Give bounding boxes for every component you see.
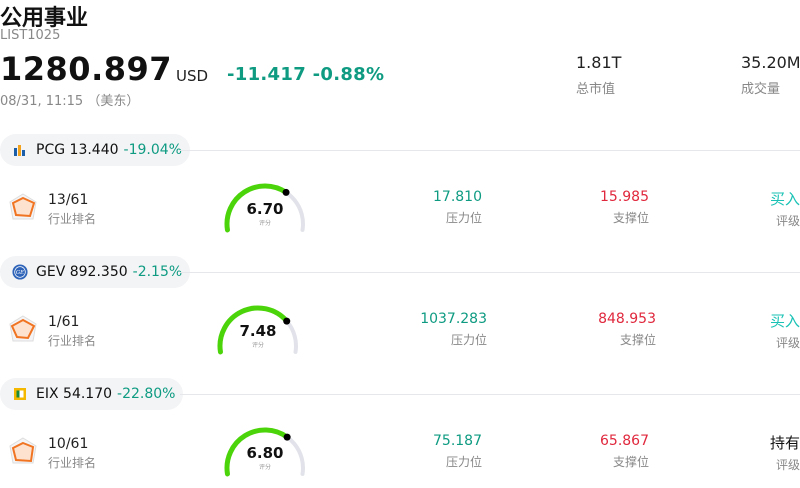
stock-ticker: GEV xyxy=(36,264,66,280)
resistance-block: 75.187 压力位 xyxy=(433,433,482,470)
score-label: 评分 xyxy=(258,220,271,227)
support-block: 15.985 支撑位 xyxy=(600,189,649,226)
rank-label: 行业排名 xyxy=(48,334,97,348)
rank-radar-icon xyxy=(9,193,37,220)
rating-block: 买入 评级 xyxy=(740,188,800,229)
support-value: 65.867 xyxy=(600,433,649,449)
resistance-value: 75.187 xyxy=(433,433,482,449)
stock-ticker: EIX xyxy=(36,386,59,402)
resistance-label: 压力位 xyxy=(445,211,482,225)
rating-label: 评级 xyxy=(775,214,800,228)
stock-row-pcg[interactable]: 13/61 行业排名 6.70 评分 17.810 压力位 15.985 支撑位… xyxy=(0,182,800,242)
market-cap-stat: 1.81T 总市值 xyxy=(576,53,621,97)
market-cap-value: 1.81T xyxy=(576,53,622,72)
index-price: 1280.897 xyxy=(0,50,173,88)
stock-change-pct: -22.80% xyxy=(117,386,176,402)
rating-label: 评级 xyxy=(775,336,800,350)
gauge-marker xyxy=(282,188,290,196)
gauge-marker xyxy=(283,433,291,441)
stock-row-eix[interactable]: 10/61 行业排名 6.80 评分 75.187 压力位 65.867 支撑位… xyxy=(0,426,800,486)
divider xyxy=(180,394,800,395)
support-label: 支撑位 xyxy=(612,455,649,469)
score-value: 7.48 xyxy=(239,322,277,340)
stock-change-pct: -2.15% xyxy=(132,264,183,280)
rank-value: 10/61 xyxy=(48,436,89,452)
rating-block: 持有 评级 xyxy=(740,432,800,473)
rating-value: 买入 xyxy=(769,190,800,208)
stock-row-gev[interactable]: 1/61 行业排名 7.48 评分 1037.283 压力位 848.953 支… xyxy=(0,304,800,364)
score-value: 6.70 xyxy=(246,200,284,218)
support-block: 848.953 支撑位 xyxy=(598,311,656,348)
rank-radar-icon xyxy=(9,315,37,342)
rating-value: 持有 xyxy=(769,434,800,452)
stock-tag-pcg[interactable]: PCG 13.440 -19.04% xyxy=(0,134,190,166)
rank-label: 行业排名 xyxy=(48,212,97,226)
change-percent: -0.88% xyxy=(312,64,385,85)
support-value: 15.985 xyxy=(600,189,649,205)
resistance-block: 1037.283 压力位 xyxy=(420,311,487,348)
resistance-label: 压力位 xyxy=(445,455,482,469)
support-label: 支撑位 xyxy=(612,211,649,225)
support-value: 848.953 xyxy=(598,311,656,327)
eix-logo-icon xyxy=(12,386,28,402)
rank-value: 1/61 xyxy=(48,314,80,330)
index-code: LIST1025 xyxy=(0,28,61,43)
ge-logo-icon: GE xyxy=(12,264,28,280)
rating-value: 买入 xyxy=(769,312,800,330)
currency-label: USD xyxy=(176,67,209,85)
market-cap-label: 总市值 xyxy=(576,82,616,97)
score-label: 评分 xyxy=(258,464,271,471)
volume-stat: 35.20M 成交量 xyxy=(741,53,800,97)
pcg-logo-icon xyxy=(12,142,28,158)
rating-label: 评级 xyxy=(775,458,800,472)
rank-radar-icon xyxy=(9,437,37,464)
divider xyxy=(180,272,800,273)
support-label: 支撑位 xyxy=(619,333,656,347)
score-label: 评分 xyxy=(251,342,264,349)
svg-text:GE: GE xyxy=(16,270,24,276)
rank-value: 13/61 xyxy=(48,192,89,208)
stock-ticker: PCG xyxy=(36,142,66,158)
volume-value: 35.20M xyxy=(741,53,800,72)
resistance-block: 17.810 压力位 xyxy=(433,189,482,226)
stock-price: 13.440 xyxy=(69,142,119,158)
stock-tag-gev[interactable]: GE GEV 892.350 -2.15% xyxy=(0,256,191,288)
price-change: -11.417 -0.88% xyxy=(227,64,384,85)
rank-label: 行业排名 xyxy=(48,456,97,470)
score-value: 6.80 xyxy=(246,444,284,462)
stock-tag-eix[interactable]: EIX 54.170 -22.80% xyxy=(0,378,184,410)
change-value: -11.417 xyxy=(227,64,307,85)
rating-block: 买入 评级 xyxy=(740,310,800,351)
resistance-label: 压力位 xyxy=(450,333,487,347)
resistance-value: 17.810 xyxy=(433,189,482,205)
timestamp: 08/31, 11:15 （美东） xyxy=(0,94,140,109)
divider xyxy=(180,150,800,151)
stock-change-pct: -19.04% xyxy=(123,142,182,158)
volume-label: 成交量 xyxy=(741,82,781,97)
stock-price: 54.170 xyxy=(63,386,113,402)
stock-price: 892.350 xyxy=(69,264,128,280)
support-block: 65.867 支撑位 xyxy=(600,433,649,470)
resistance-value: 1037.283 xyxy=(420,311,487,327)
